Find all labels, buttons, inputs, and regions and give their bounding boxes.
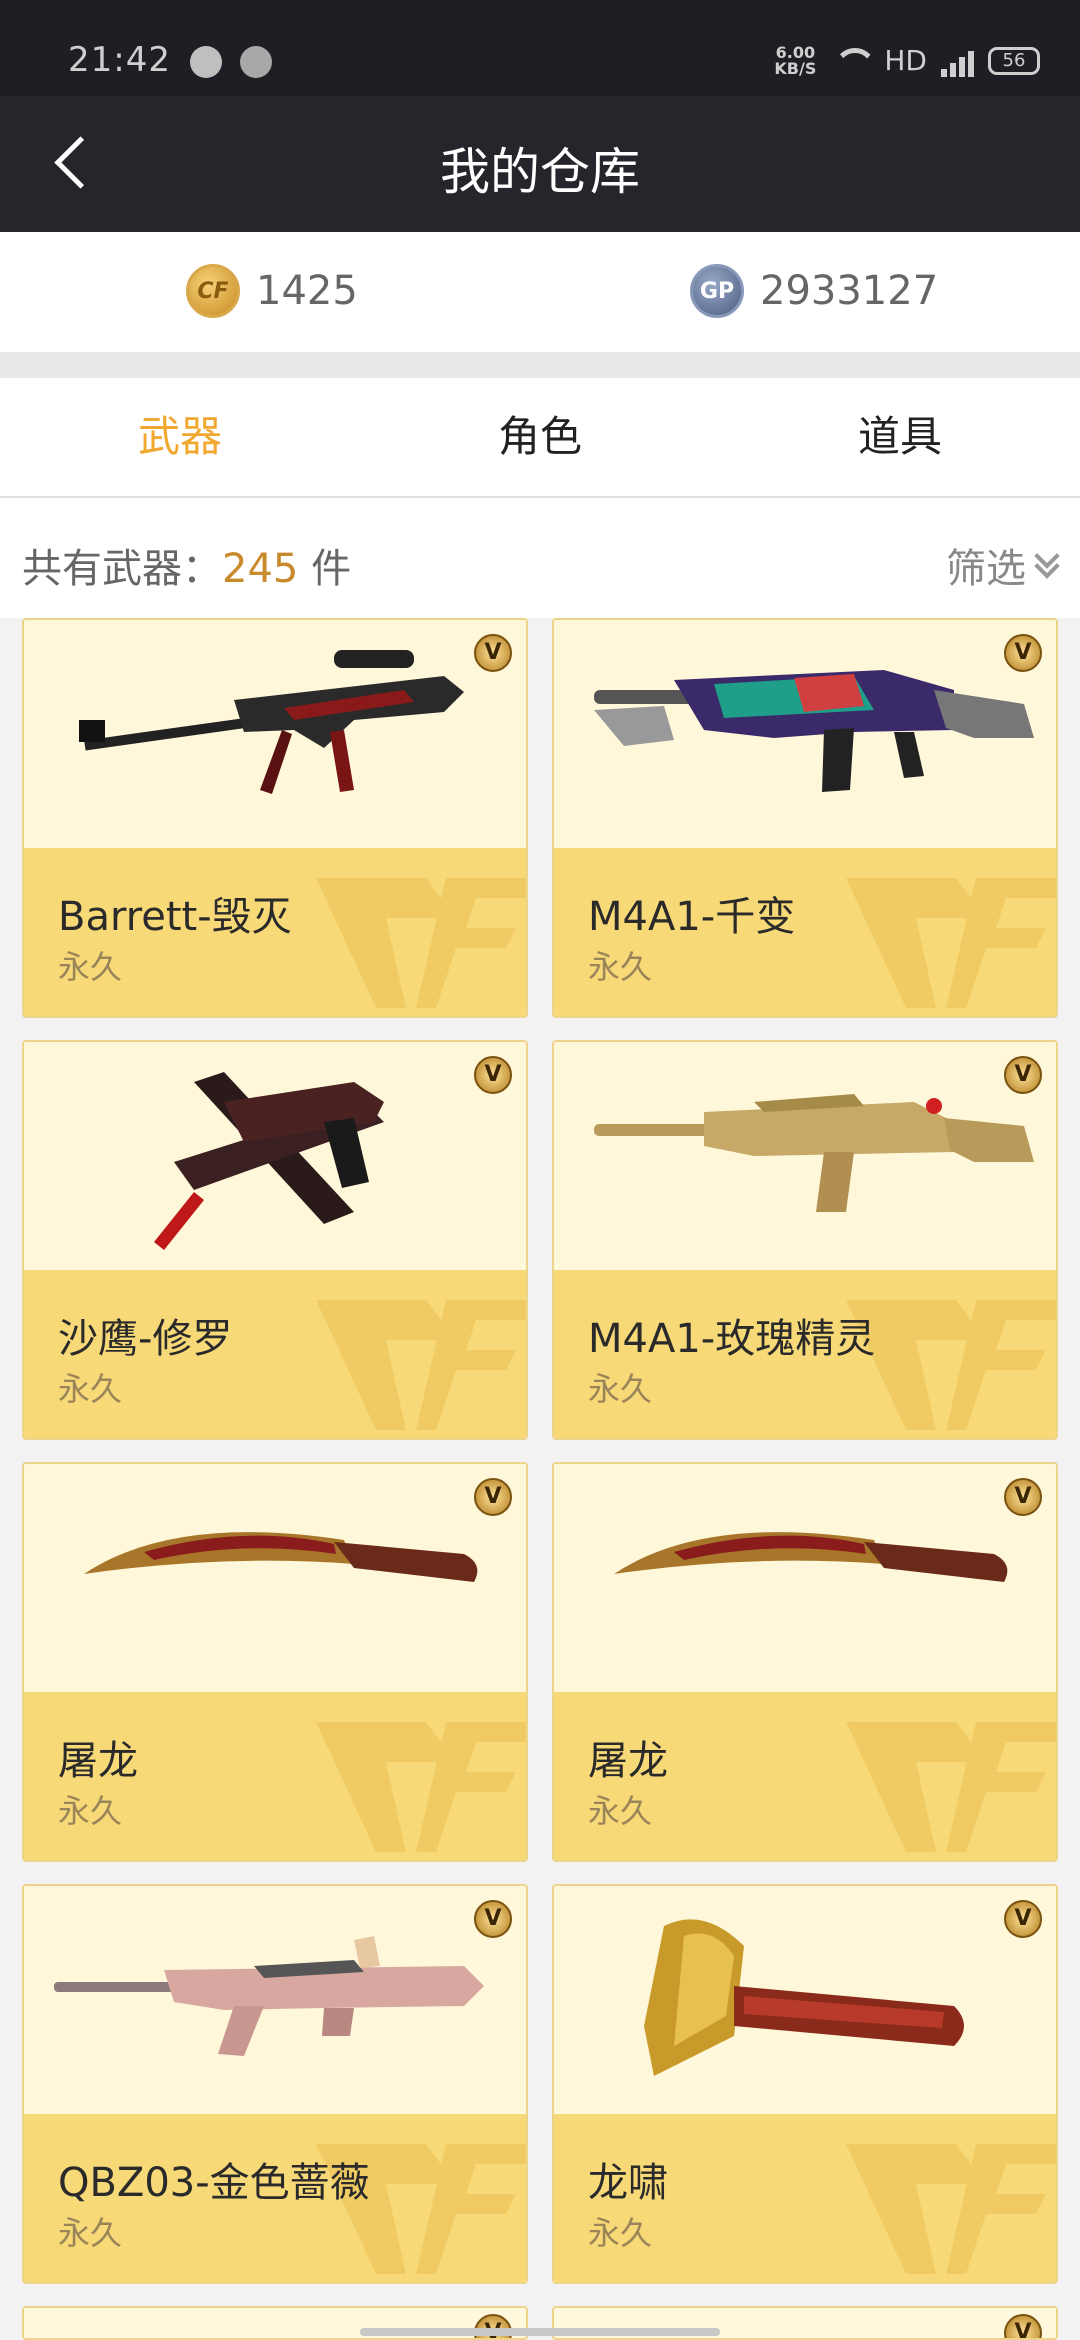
vip-badge-icon: V bbox=[1004, 1056, 1042, 1094]
cf-logo-watermark-icon bbox=[316, 878, 526, 1008]
weapon-duration: 永久 bbox=[58, 2214, 123, 2252]
weapon-card[interactable]: V 龙啸 永久 bbox=[552, 1884, 1058, 2284]
weapon-card[interactable]: V M4A1-玫瑰精灵 永久 bbox=[552, 1040, 1058, 1440]
weapon-image bbox=[24, 1042, 526, 1270]
weapon-name: M4A1-玫瑰精灵 bbox=[588, 1316, 876, 1362]
cf-logo-watermark-icon bbox=[316, 1300, 526, 1430]
weapon-duration: 永久 bbox=[588, 1370, 653, 1408]
weapon-image bbox=[24, 620, 526, 848]
cf-logo-watermark-icon bbox=[846, 1722, 1056, 1852]
chevron-down-icon bbox=[1034, 553, 1058, 577]
weapon-image bbox=[554, 620, 1056, 848]
status-time: 21:42 bbox=[68, 40, 171, 80]
machete-icon bbox=[84, 1532, 478, 1582]
tab-items[interactable]: 道具 bbox=[720, 378, 1080, 496]
network-speed: 6.00 KB/S bbox=[774, 42, 817, 78]
cf-logo-watermark-icon bbox=[846, 878, 1056, 1008]
vip-badge-icon: V bbox=[1004, 2314, 1042, 2338]
weapon-duration: 永久 bbox=[588, 1792, 653, 1830]
cf-balance-value: 1425 bbox=[256, 268, 358, 314]
wechat-icon bbox=[240, 46, 272, 78]
weapon-duration: 永久 bbox=[58, 1792, 123, 1830]
weapon-name: 屠龙 bbox=[58, 1738, 138, 1784]
wifi-icon bbox=[830, 46, 870, 76]
vip-badge-icon: V bbox=[474, 1900, 512, 1938]
weapon-image bbox=[554, 1886, 1056, 2114]
machete-icon bbox=[614, 1532, 1008, 1582]
weapon-name: Barrett-毁灭 bbox=[58, 894, 292, 940]
filter-button[interactable]: 筛选 bbox=[946, 536, 1058, 594]
pistol-icon bbox=[154, 1072, 384, 1250]
section-divider bbox=[0, 352, 1080, 378]
gp-coin-icon: GP bbox=[690, 264, 744, 318]
weapon-name: 屠龙 bbox=[588, 1738, 668, 1784]
cf-logo-watermark-icon bbox=[316, 1722, 526, 1852]
status-bar: 21:42 6.00 KB/S HD 56 bbox=[0, 0, 1080, 96]
weapon-card[interactable]: V 沙鹰-修罗 永久 bbox=[22, 1040, 528, 1440]
sniper-rifle-icon bbox=[79, 650, 464, 794]
cf-coin-icon: CF bbox=[186, 264, 240, 318]
nav-bar: 我的仓库 bbox=[0, 96, 1080, 232]
weapon-duration: 永久 bbox=[588, 948, 653, 986]
weapon-duration: 永久 bbox=[58, 948, 123, 986]
weapon-image bbox=[24, 1886, 526, 2114]
vip-badge-icon: V bbox=[474, 1478, 512, 1516]
tab-characters[interactable]: 角色 bbox=[360, 378, 720, 496]
assault-rifle-icon bbox=[54, 1936, 484, 2056]
weapon-name: M4A1-千变 bbox=[588, 894, 796, 940]
weapon-image bbox=[554, 1464, 1056, 1692]
weapon-name: 沙鹰-修罗 bbox=[58, 1316, 233, 1362]
weapon-image bbox=[554, 1042, 1056, 1270]
weapon-card[interactable]: V QBZ03-金色蔷薇 永久 bbox=[22, 1884, 528, 2284]
assault-rifle-icon bbox=[594, 1094, 1034, 1212]
vip-badge-icon: V bbox=[474, 634, 512, 672]
weapon-image bbox=[24, 1464, 526, 1692]
globe-icon bbox=[190, 46, 222, 78]
signal-icon bbox=[941, 45, 974, 77]
vip-badge-icon: V bbox=[474, 2314, 512, 2338]
battery-icon: 56 bbox=[988, 46, 1040, 75]
gp-balance-value: 2933127 bbox=[760, 268, 939, 314]
cf-logo-watermark-icon bbox=[846, 2144, 1056, 2274]
weapon-count: 共有武器：245 件 bbox=[22, 546, 352, 592]
assault-rifle-icon bbox=[594, 670, 1034, 792]
weapon-duration: 永久 bbox=[588, 2214, 653, 2252]
weapon-name: 龙啸 bbox=[588, 2160, 668, 2206]
tab-weapons[interactable]: 武器 bbox=[0, 378, 360, 496]
weapon-card[interactable]: V 屠龙 永久 bbox=[552, 1462, 1058, 1862]
weapon-card[interactable]: V M4A1-千变 永久 bbox=[552, 618, 1058, 1018]
home-indicator[interactable] bbox=[360, 2328, 720, 2336]
axe-icon bbox=[644, 1919, 964, 2076]
gp-balance: GP 2933127 bbox=[690, 264, 938, 318]
category-tabs: 武器 角色 道具 bbox=[0, 378, 1080, 498]
inventory-info-row: 共有武器：245 件 筛选 bbox=[0, 498, 1080, 618]
vip-badge-icon: V bbox=[1004, 634, 1042, 672]
weapon-card[interactable]: V 屠龙 永久 bbox=[22, 1462, 528, 1862]
cf-balance: CF 1425 bbox=[186, 264, 358, 318]
hd-indicator: HD bbox=[884, 44, 927, 77]
weapon-name: QBZ03-金色蔷薇 bbox=[58, 2160, 370, 2206]
vip-badge-icon: V bbox=[1004, 1900, 1042, 1938]
vip-badge-icon: V bbox=[474, 1056, 512, 1094]
currency-bar: CF 1425 GP 2933127 bbox=[0, 232, 1080, 352]
weapon-card[interactable]: V Barrett-毁灭 永久 bbox=[22, 618, 528, 1018]
page-title: 我的仓库 bbox=[440, 143, 640, 201]
weapon-duration: 永久 bbox=[58, 1370, 123, 1408]
vip-badge-icon: V bbox=[1004, 1478, 1042, 1516]
